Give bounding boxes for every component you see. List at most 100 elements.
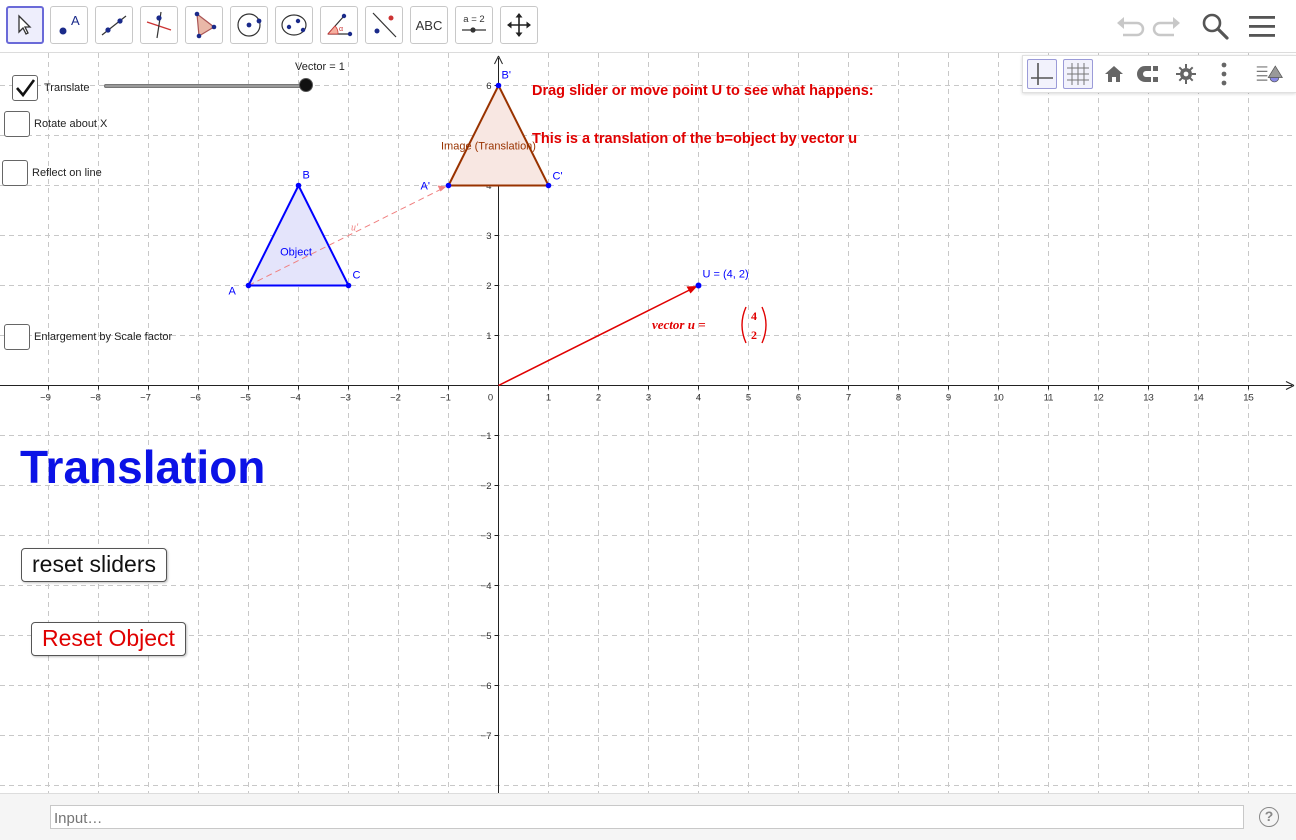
x-tick-label: 5 [746, 393, 751, 404]
grid [0, 53, 1296, 793]
y-tick-label: −4 [481, 581, 492, 592]
move-graphics-view-tool-button[interactable] [500, 6, 538, 44]
x-tick-label: 12 [1093, 393, 1104, 404]
angle-tool-button[interactable]: α [320, 6, 358, 44]
enlargement-label: Enlargement by Scale factor [34, 331, 173, 343]
reflect-checkbox[interactable] [2, 160, 28, 186]
text-tool-button[interactable]: ABC [410, 6, 448, 44]
input-bar: ? [0, 793, 1296, 840]
x-tick-label: −3 [340, 393, 351, 404]
point-u [695, 282, 702, 289]
x-tick-label: 14 [1193, 393, 1204, 404]
grid-icon [1067, 63, 1089, 85]
x-tick-label: 0 [488, 393, 493, 404]
line-tool-button[interactable] [95, 6, 133, 44]
reset-sliders-button[interactable]: reset sliders [21, 548, 167, 582]
more-options-button[interactable] [1209, 59, 1239, 89]
y-tick-label: −7 [481, 731, 492, 742]
polygon-tool-button[interactable] [185, 6, 223, 44]
axes [0, 55, 1295, 793]
svg-text:a = 2: a = 2 [463, 14, 484, 25]
vector-right-paren [761, 306, 767, 344]
object-point-b [295, 182, 302, 189]
more-vertical-icon [1221, 62, 1227, 86]
y-tick-label: −1 [481, 431, 492, 442]
x-tick-label: 4 [696, 393, 701, 404]
graphics-settings-button[interactable] [1171, 59, 1201, 89]
translate-checkbox[interactable] [12, 75, 38, 101]
page-title: Translation [20, 441, 266, 493]
vector-u-line [498, 289, 690, 387]
x-tick-label: 10 [993, 393, 1004, 404]
rotate-checkbox[interactable] [4, 111, 30, 137]
enlargement-checkbox[interactable] [4, 324, 30, 350]
angle-icon: α [327, 13, 353, 37]
x-tick-label: −5 [240, 393, 251, 404]
slider-icon: a = 2 [462, 14, 486, 33]
slider-tool-button[interactable]: a = 2 [455, 6, 493, 44]
search-button[interactable] [1198, 9, 1232, 43]
object-point-label: B [303, 170, 310, 182]
y-tick-label: −2 [481, 481, 492, 492]
translation-vector-label: u' [351, 223, 359, 234]
reset-object-button[interactable]: Reset Object [31, 622, 186, 656]
settings-icon [1176, 64, 1196, 84]
y-tick-label: 6 [486, 81, 491, 92]
image-point-label: A' [421, 181, 430, 193]
translate-label: Translate [44, 82, 90, 94]
toggle-axes-button[interactable] [1027, 59, 1057, 89]
algebra-input-field[interactable] [50, 805, 1244, 829]
reflect-tool-button[interactable] [365, 6, 403, 44]
x-tick-label: 8 [896, 393, 901, 404]
image-point [445, 182, 452, 189]
x-tick-label: 7 [846, 393, 851, 404]
ellipse-icon [281, 14, 307, 36]
y-tick-label: −6 [481, 681, 492, 692]
polygon-icon [194, 11, 217, 39]
move-tool-button[interactable] [6, 6, 44, 44]
perpendicular-line-tool-button[interactable] [140, 6, 178, 44]
reflect-about-line-icon [372, 12, 397, 38]
help-button[interactable]: ? [1259, 807, 1279, 827]
x-tick-label: 13 [1143, 393, 1154, 404]
point-icon: A [59, 13, 80, 35]
x-tick-label: −4 [290, 393, 301, 404]
svg-text:α: α [339, 26, 343, 33]
graphics-view[interactable]: −9 −8 −7 −6 −5 −4 −3 −2 −1 0 1 2 3 4 5 6 7 8 9 10 11 12 13 14 15… [0, 53, 1296, 793]
svg-text:A: A [71, 13, 80, 28]
x-tick-label: −7 [140, 393, 151, 404]
main-menu-button[interactable] [1245, 9, 1279, 43]
x-tick-label: −2 [390, 393, 401, 404]
vector-slider[interactable] [104, 78, 313, 92]
x-tick-label: −8 [90, 393, 101, 404]
object-label: Object [280, 247, 312, 259]
x-tick-label: 3 [646, 393, 651, 404]
undo-button[interactable] [1113, 9, 1147, 43]
object-point-c [345, 282, 352, 289]
y-tick-label: −3 [481, 531, 492, 542]
object-point-a [245, 282, 252, 289]
point-capturing-button[interactable] [1135, 59, 1165, 89]
toggle-style-bar-button[interactable] [1255, 59, 1285, 89]
vector-slider-caption: Vector = 1 [295, 61, 345, 73]
ellipse-tool-button[interactable] [275, 6, 313, 44]
instruction-text: Drag slider or move point U to see what … [532, 83, 874, 99]
help-icon: ? [1264, 808, 1274, 824]
circle-tool-button[interactable] [230, 6, 268, 44]
redo-button[interactable] [1150, 9, 1184, 43]
rotate-label: Rotate about X [34, 118, 108, 130]
move-arrows-icon [507, 13, 531, 37]
point-tool-button[interactable]: A [50, 6, 88, 44]
circle-center-point-icon [237, 13, 262, 37]
standard-view-button[interactable] [1099, 59, 1129, 89]
vector-slider-knob[interactable] [299, 78, 313, 92]
y-tick-label: 2 [486, 281, 491, 292]
axes-icon [1031, 63, 1053, 85]
vector-u-arrowhead [686, 286, 698, 294]
point-u-label: U = (4, 2) [703, 269, 749, 281]
x-tick-label: 9 [946, 393, 951, 404]
vector-y-component: 2 [751, 328, 757, 342]
toggle-grid-button[interactable] [1063, 59, 1093, 89]
main-toolbar: A α ABC a = 2 [0, 0, 1296, 53]
object-point-label: A [229, 286, 237, 298]
